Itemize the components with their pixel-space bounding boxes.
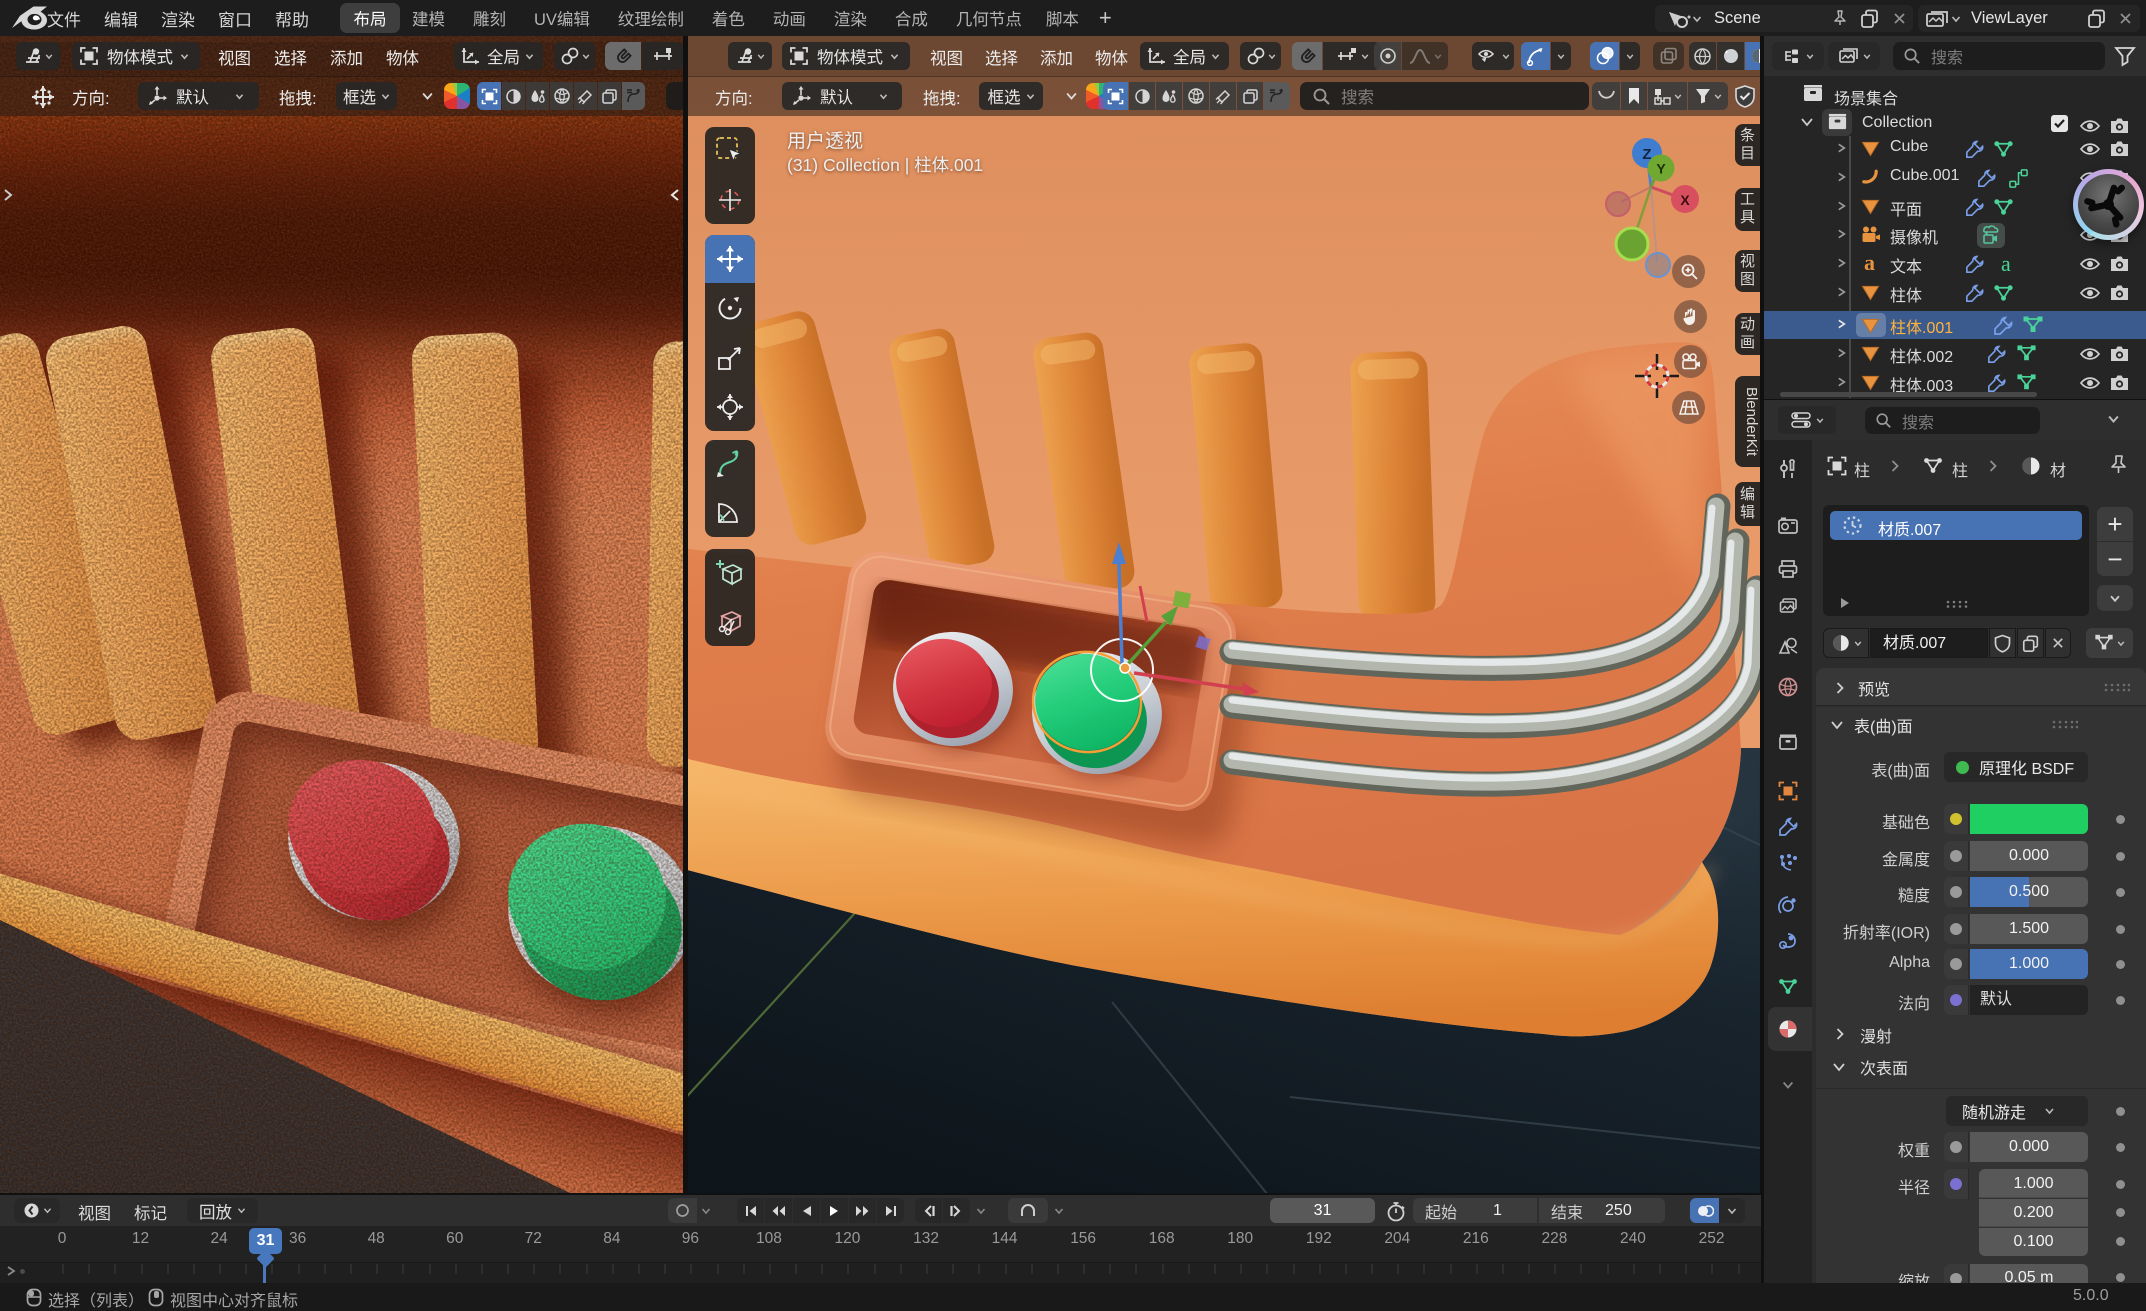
svg-text:Y: Y — [1656, 161, 1666, 177]
svg-text:X: X — [1680, 192, 1690, 208]
svg-text:a: a — [1864, 254, 1875, 273]
svg-text:a: a — [2001, 254, 2011, 275]
